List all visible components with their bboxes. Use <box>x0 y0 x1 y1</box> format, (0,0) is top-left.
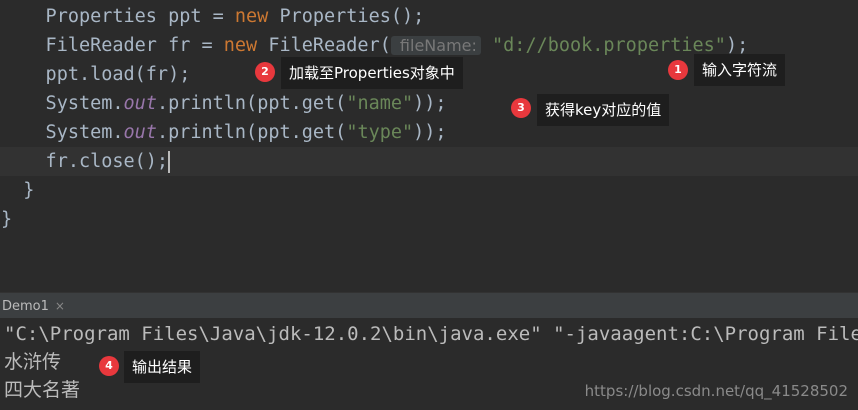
code-token: .println(ppt.get( <box>156 122 347 143</box>
code-line[interactable]: System.out.println(ppt.get("name")); <box>0 89 858 118</box>
code-token: "d://book.properties" <box>492 35 726 56</box>
code-token: Properties(); <box>268 6 425 27</box>
text-caret <box>168 151 171 173</box>
annotation-label-3: 获得key对应的值 <box>537 94 670 126</box>
code-token: new <box>223 35 258 56</box>
run-tab-demo1[interactable]: Demo1 × <box>0 293 71 321</box>
close-icon[interactable]: × <box>55 299 65 313</box>
code-token: "type" <box>346 122 414 143</box>
code-token: fr.close(); <box>1 151 169 172</box>
code-token: } <box>1 209 13 230</box>
console-output-line: 四大名著 <box>4 379 81 401</box>
parameter-hint: fileName: <box>390 36 481 55</box>
code-line[interactable]: } <box>0 176 858 205</box>
code-token: ); <box>725 35 749 56</box>
code-editor[interactable]: Properties ppt = new Properties(); FileR… <box>0 0 858 292</box>
annotation-badge-3: 3 <box>511 98 531 118</box>
annotation-badge-1: 1 <box>668 60 688 80</box>
code-token: )); <box>413 122 447 143</box>
code-token: FileReader( <box>257 35 391 56</box>
annotation-badge-2: 2 <box>255 62 275 82</box>
annotation-label-2: 加载至Properties对象中 <box>281 57 463 89</box>
code-token: new <box>234 6 269 27</box>
annotation-label-4: 输出结果 <box>124 351 201 383</box>
code-token: "name" <box>346 93 414 114</box>
code-token: FileReader fr = <box>1 35 224 56</box>
code-token: out <box>123 93 157 114</box>
code-token: ppt.load(fr); <box>1 64 191 85</box>
code-token: )); <box>413 93 447 114</box>
annotation-label-1: 输入字符流 <box>694 54 786 86</box>
annotation-badge-4: 4 <box>99 356 119 376</box>
run-tool-window-tabbar: Demo1 × <box>0 292 858 321</box>
code-token: System. <box>1 122 124 143</box>
code-line[interactable]: System.out.println(ppt.get("type")); <box>0 118 858 147</box>
run-tab-label: Demo1 <box>2 299 49 314</box>
code-token: .println(ppt.get( <box>156 93 347 114</box>
code-token: } <box>1 180 35 201</box>
code-token: out <box>123 122 157 143</box>
code-line[interactable]: fr.close(); <box>0 147 858 176</box>
code-line[interactable]: } <box>0 205 858 234</box>
console-command-line: "C:\Program Files\Java\jdk-12.0.2\bin\ja… <box>4 323 858 345</box>
code-line[interactable]: Properties ppt = new Properties(); <box>0 2 858 31</box>
console-output-line: 水浒传 <box>4 351 62 373</box>
code-token: System. <box>1 93 124 114</box>
code-token: Properties ppt = <box>1 6 235 27</box>
watermark: https://blog.csdn.net/qq_41528502 <box>584 382 848 400</box>
